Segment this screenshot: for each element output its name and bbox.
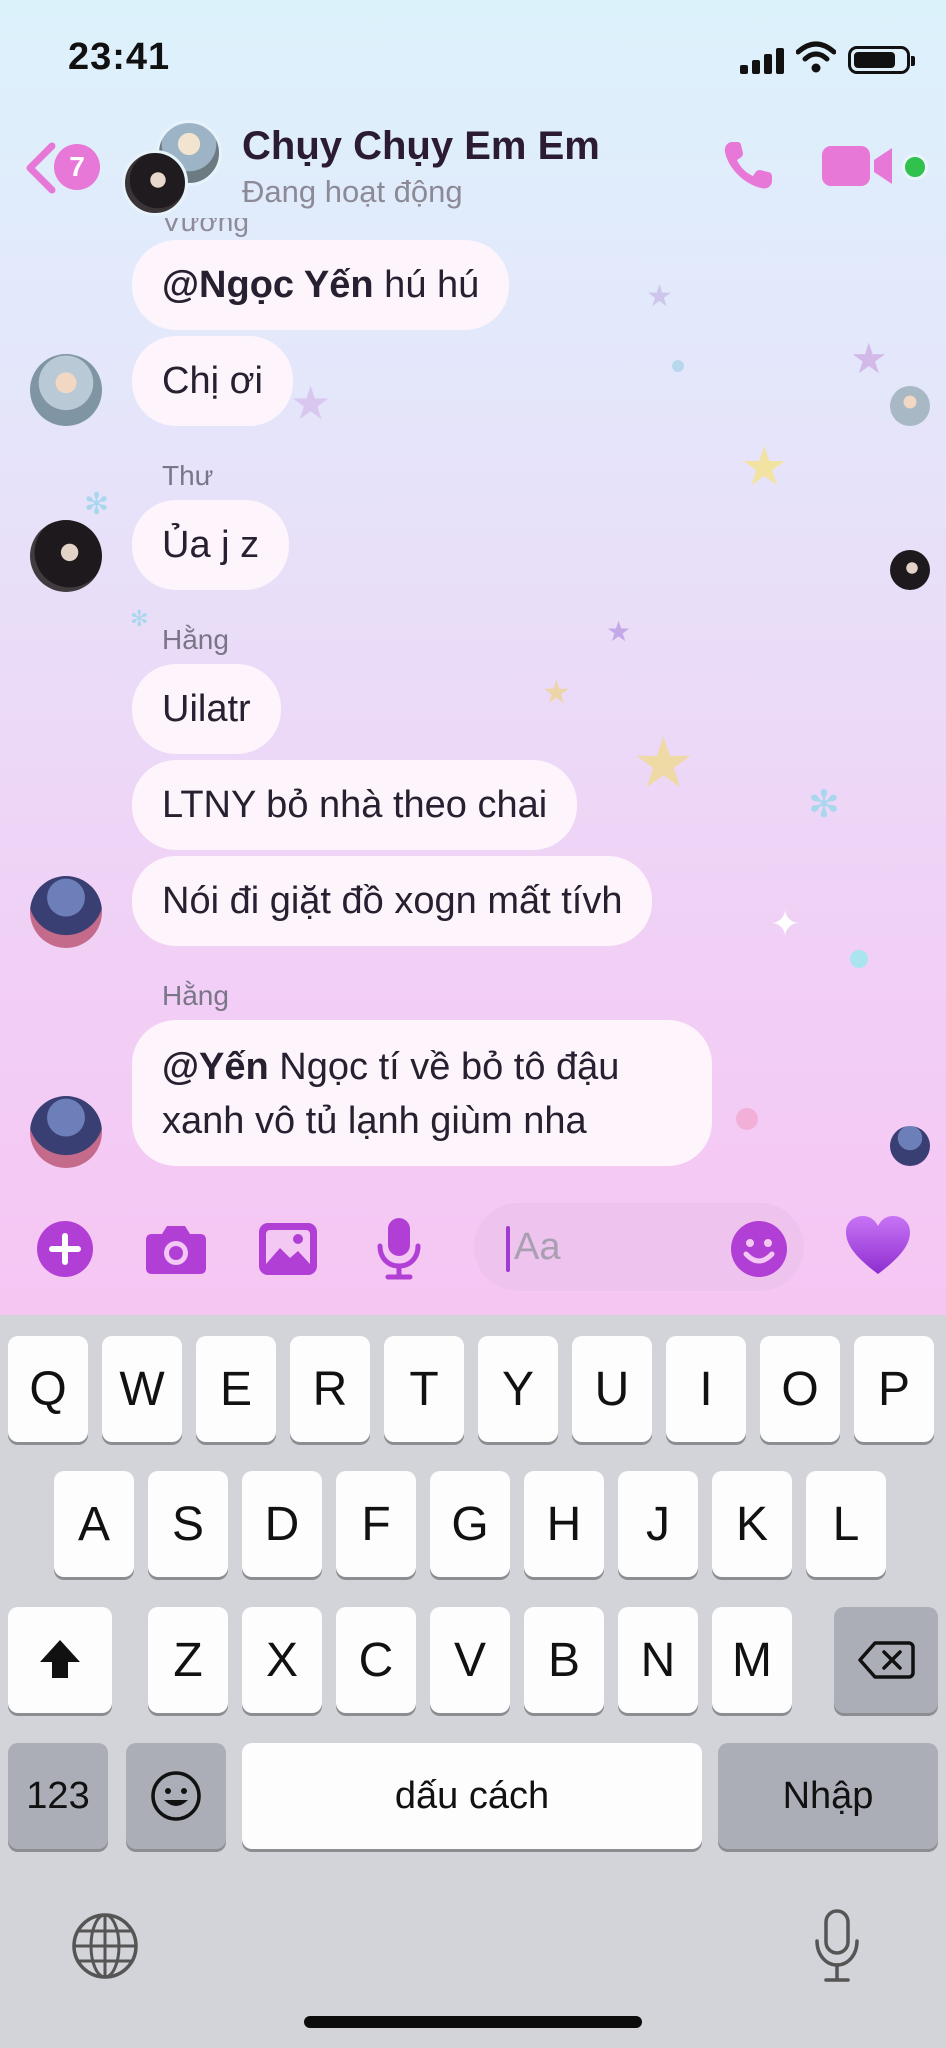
key[interactable]: W — [102, 1336, 182, 1442]
key[interactable]: R — [290, 1336, 370, 1442]
key[interactable]: Z — [148, 1607, 228, 1713]
sender-name: Hằng — [162, 980, 229, 1011]
dot-decoration — [736, 1108, 758, 1130]
key[interactable]: O — [760, 1336, 840, 1442]
message-bubble[interactable]: Chị ơi — [132, 336, 293, 426]
numbers-key[interactable]: 123 — [8, 1743, 108, 1849]
wifi-icon — [796, 41, 836, 73]
backspace-key[interactable] — [834, 1607, 938, 1713]
microphone-icon[interactable] — [376, 1218, 422, 1280]
read-receipt-avatar — [890, 386, 930, 426]
text-cursor — [506, 1226, 510, 1272]
sparkle-decoration: ✻ — [84, 488, 110, 521]
key[interactable]: V — [430, 1607, 510, 1713]
message-text: Uilatr — [162, 687, 251, 730]
key[interactable]: G — [430, 1471, 510, 1577]
key[interactable]: X — [242, 1607, 322, 1713]
avatar[interactable] — [30, 520, 102, 592]
sparkle-decoration: ✦ — [770, 903, 801, 944]
key[interactable]: K — [712, 1471, 792, 1577]
key[interactable]: B — [524, 1607, 604, 1713]
avatar[interactable] — [30, 1096, 102, 1168]
dictation-icon[interactable] — [812, 1909, 862, 1983]
message-text: Chị ơi — [162, 359, 263, 402]
online-indicator — [902, 154, 928, 180]
key[interactable]: I — [666, 1336, 746, 1442]
key[interactable]: F — [336, 1471, 416, 1577]
camera-icon[interactable] — [144, 1222, 208, 1276]
key[interactable]: Q — [8, 1336, 88, 1442]
dot-decoration — [672, 360, 684, 372]
sender-name: Thư — [162, 460, 214, 491]
message-bubble[interactable]: Uilatr — [132, 664, 281, 754]
key[interactable]: H — [524, 1471, 604, 1577]
key[interactable]: N — [618, 1607, 698, 1713]
star-decoration: ★ — [632, 724, 695, 802]
smiley-icon[interactable] — [730, 1220, 788, 1278]
shift-key[interactable] — [8, 1607, 112, 1713]
read-receipt-avatar — [890, 1126, 930, 1166]
message-bubble[interactable]: Ủa j z — [132, 500, 290, 590]
key[interactable]: E — [196, 1336, 276, 1442]
read-receipt-avatar — [890, 550, 930, 590]
key[interactable]: P — [854, 1336, 934, 1442]
image-icon[interactable] — [258, 1222, 318, 1276]
key[interactable]: A — [54, 1471, 134, 1577]
key[interactable]: Y — [478, 1336, 558, 1442]
message-bubble[interactable]: LTNY bỏ nhà theo chai — [132, 760, 578, 850]
avatar[interactable] — [30, 354, 102, 426]
message-text: LTNY bỏ nhà theo chai — [162, 783, 548, 826]
key[interactable]: D — [242, 1471, 322, 1577]
mention[interactable]: @Ngọc Yến — [162, 264, 374, 307]
message-text: hú hú — [373, 263, 480, 306]
active-status: Đang hoạt động — [242, 174, 463, 209]
globe-icon[interactable] — [70, 1911, 140, 1981]
message-text: Nói đi giặt đồ xogn mất tívh — [162, 879, 623, 922]
video-camera-icon[interactable] — [822, 142, 894, 190]
input-placeholder: Aa — [514, 1226, 561, 1268]
key[interactable]: S — [148, 1471, 228, 1577]
avatar[interactable] — [30, 876, 102, 948]
key[interactable]: J — [618, 1471, 698, 1577]
group-avatar[interactable] — [122, 120, 222, 220]
shift-icon — [40, 1640, 80, 1678]
sparkle-decoration: ✻ — [130, 606, 149, 631]
return-key[interactable]: Nhập — [718, 1743, 938, 1849]
chat-area: ★ ★ ★ ★ ★ ★ ★ ✻ ✻ ✻ ✦ 23:41 7 Chụy Chụy … — [0, 0, 946, 1315]
signal-icon — [740, 48, 784, 74]
key[interactable]: T — [384, 1336, 464, 1442]
status-time: 23:41 — [68, 36, 171, 78]
plus-circle-icon[interactable] — [36, 1220, 94, 1278]
phone-icon[interactable] — [718, 136, 778, 196]
avatar — [122, 150, 188, 216]
message-bubble[interactable]: @Ngọc Yến hú hú — [132, 240, 510, 330]
keyboard: Q W E R T Y U I O P A S D F G H J K L Z … — [0, 1315, 946, 2048]
message-text: Ủa j z — [162, 523, 260, 566]
star-decoration: ★ — [646, 280, 673, 313]
key[interactable]: U — [572, 1336, 652, 1442]
backspace-icon — [858, 1641, 915, 1679]
emoji-icon — [151, 1771, 201, 1821]
battery-icon — [848, 46, 915, 74]
key[interactable]: C — [336, 1607, 416, 1713]
key[interactable]: L — [806, 1471, 886, 1577]
home-indicator[interactable] — [304, 2016, 642, 2028]
emoji-key[interactable] — [126, 1743, 226, 1849]
dot-decoration — [850, 950, 868, 968]
mention[interactable]: @Yến — [162, 1046, 269, 1088]
heart-icon[interactable] — [844, 1214, 912, 1278]
star-decoration: ★ — [606, 616, 632, 647]
key[interactable]: M — [712, 1607, 792, 1713]
star-decoration: ★ — [290, 377, 332, 429]
message-bubble[interactable]: Nói đi giặt đồ xogn mất tívh — [132, 856, 653, 946]
message-bubble[interactable]: @Yến Ngọc tí về bỏ tô đậu xanh vô tủ lạn… — [132, 1020, 712, 1166]
star-decoration: ★ — [850, 335, 888, 382]
sparkle-decoration: ✻ — [808, 784, 840, 826]
star-decoration: ★ — [542, 674, 571, 710]
sender-name: Hằng — [162, 624, 229, 655]
star-decoration: ★ — [740, 437, 789, 497]
space-key[interactable]: dấu cách — [242, 1743, 702, 1849]
unread-count-badge[interactable]: 7 — [54, 144, 100, 190]
conversation-title[interactable]: Chụy Chụy Em Em — [242, 124, 600, 169]
